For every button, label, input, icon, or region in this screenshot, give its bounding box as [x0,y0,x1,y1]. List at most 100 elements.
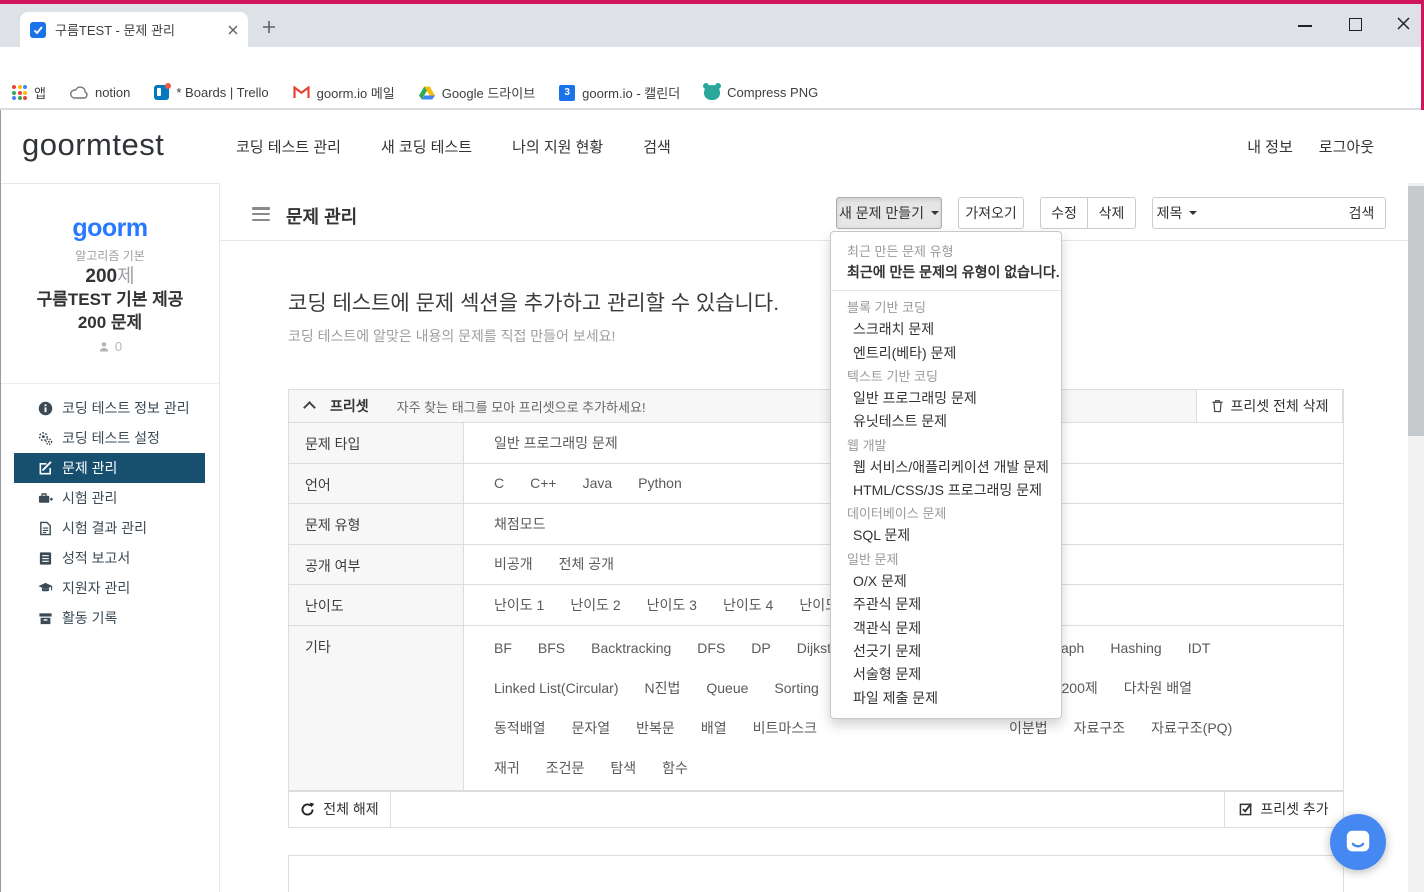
dropdown-entry[interactable]: 서술형 문제 [831,663,1061,686]
preset-tag[interactable]: 배열 [701,718,727,738]
sidebar-item-problem-management[interactable]: 문제 관리 [14,453,205,483]
preset-tag[interactable]: C [494,475,504,491]
account-link[interactable]: 로그아웃 [1319,136,1374,157]
nav-item[interactable]: 나의 지원 현황 [512,136,603,157]
import-button[interactable]: 가져오기 [958,197,1024,229]
dropdown-entry[interactable]: 엔트리(베타) 문제 [831,341,1061,364]
preset-tag[interactable]: 함수 [662,758,688,778]
dropdown-entry[interactable]: O/X 문제 [831,570,1061,593]
search-input[interactable] [1201,197,1339,229]
nav-item[interactable]: 검색 [643,136,671,157]
preset-tag[interactable]: 난이도 3 [647,595,697,615]
preset-tag[interactable]: 난이도 4 [723,595,773,615]
preset-tag[interactable]: BFS [538,640,565,656]
preset-tag[interactable]: Python [638,475,682,491]
delete-button[interactable]: 삭제 [1087,197,1136,229]
preset-tag[interactable]: Hashing [1110,640,1161,656]
search-button[interactable]: 검색 [1338,197,1386,229]
preset-tag[interactable]: 난이도 2 [570,595,620,615]
bookmark-apps[interactable]: 앱 [12,83,46,102]
checkbox-check-icon [1239,802,1253,816]
nav-item[interactable]: 코딩 테스트 관리 [236,136,341,157]
sidebar-item-grade-report[interactable]: 성적 보고서 [14,543,205,573]
browser-tab[interactable]: 구름TEST - 문제 관리 [20,12,248,47]
sidebar-item-activity-log[interactable]: 활동 기록 [14,603,205,633]
preset-tag[interactable]: 동적배열 [494,718,546,738]
preset-tag[interactable]: 난이도 1 [494,595,544,615]
preset-tag[interactable]: 반복문 [636,718,675,738]
bookmark-gmail[interactable]: goorm.io 메일 [293,83,395,102]
sidebar-item-exam-management[interactable]: 시험 관리 [14,483,205,513]
clear-all-button[interactable]: 전체 해제 [289,792,391,827]
bookmark-compress-png[interactable]: Compress PNG [704,85,818,100]
preset-tag[interactable]: Sorting [774,680,818,696]
bookmark-notion[interactable]: notion [70,85,130,100]
new-tab-icon[interactable] [262,20,276,34]
dropdown-entry[interactable]: 객관식 문제 [831,616,1061,639]
goormtest-logo[interactable]: goormtest [22,127,164,163]
dropdown-entry[interactable]: HTML/CSS/JS 프로그래밍 문제 [831,479,1061,502]
preset-tag[interactable]: IDT [1188,640,1211,656]
preset-tag[interactable]: 자료구조 [1074,718,1126,738]
preset-tag[interactable]: 일반 프로그래밍 문제 [494,433,618,453]
browser-tab-bar: 구름TEST - 문제 관리 [0,4,1424,47]
preset-tag[interactable]: 채점모드 [494,514,546,534]
bookmark-drive[interactable]: Google 드라이브 [419,83,535,102]
chevron-up-icon[interactable] [303,401,316,414]
sidebar-divider [0,383,219,384]
tab-close-icon[interactable] [228,25,238,35]
preset-tag[interactable]: 비공개 [494,554,533,574]
sidebar-item-exam-results[interactable]: 시험 결과 관리 [14,513,205,543]
preset-tag[interactable]: 조건문 [546,758,585,778]
account-link[interactable]: 내 정보 [1247,136,1293,157]
window-close-icon[interactable] [1396,16,1411,31]
window-maximize-icon[interactable] [1349,18,1362,31]
dropdown-entry[interactable]: 스크래치 문제 [831,318,1061,341]
preset-tag[interactable]: Backtracking [591,640,671,656]
preset-tag[interactable]: Linked List(Circular) [494,680,618,696]
preset-row-problem-type: 문제 타입 일반 프로그래밍 문제 [288,423,1344,464]
preset-tag[interactable]: Queue [706,680,748,696]
participant-count: 0 [0,339,220,354]
preset-tag[interactable]: 전체 공개 [559,554,614,574]
preset-tag[interactable]: DFS [697,640,725,656]
preset-delete-all-button[interactable]: 프리셋 전체 삭제 [1196,389,1343,423]
window-minimize-icon[interactable] [1298,25,1312,27]
preset-tag[interactable]: 이분법 [1009,718,1048,738]
dropdown-entry[interactable]: 주관식 문제 [831,593,1061,616]
chat-widget-button[interactable] [1330,814,1386,870]
sidebar-item-test-info[interactable]: 코딩 테스트 정보 관리 [14,393,205,423]
preset-tag[interactable]: Java [583,475,613,491]
dropdown-entry[interactable]: 선긋기 문제 [831,640,1061,663]
dropdown-entry[interactable]: 웹 서비스/애플리케이션 개발 문제 [831,456,1061,479]
dropdown-entry[interactable]: 파일 제출 문제 [831,687,1061,710]
preset-tag[interactable]: N진법 [644,678,680,698]
preset-tag[interactable]: C++ [530,475,556,491]
new-problem-dropdown-menu: 최근 만든 문제 유형최근에 만든 문제의 유형이 없습니다.블록 기반 코딩스… [830,231,1062,719]
search-field-selector[interactable]: 제목 [1152,197,1202,229]
scrollbar-thumb[interactable] [1408,186,1424,436]
preset-tag[interactable]: 자료구조(PQ) [1151,718,1232,738]
new-problem-button[interactable]: 새 문제 만들기 [836,197,942,229]
add-preset-button[interactable]: 프리셋 추가 [1224,792,1343,827]
next-section-box [288,855,1344,892]
preset-tag[interactable]: 다차원 배열 [1124,678,1192,698]
preset-tag[interactable]: BF [494,640,512,656]
dropdown-entry [831,290,1061,291]
preset-tag[interactable]: 재귀 [494,758,520,778]
preset-tag[interactable]: 문자열 [572,718,611,738]
preset-tag[interactable]: 비트마스크 [753,718,817,738]
sidebar-item-applicant-management[interactable]: 지원자 관리 [14,573,205,603]
edit-button[interactable]: 수정 [1040,197,1088,229]
preset-tag[interactable]: DP [751,640,770,656]
bookmark-trello[interactable]: * Boards | Trello [154,85,268,100]
panda-icon [704,85,720,100]
nav-item[interactable]: 새 코딩 테스트 [381,136,472,157]
dropdown-entry[interactable]: SQL 문제 [831,524,1061,547]
bookmark-calendar[interactable]: 3 goorm.io - 캘린더 [559,83,680,102]
hamburger-menu-icon[interactable] [252,207,270,221]
preset-tag[interactable]: 탐색 [610,758,636,778]
dropdown-entry[interactable]: 일반 프로그래밍 문제 [831,387,1061,410]
sidebar-item-test-settings[interactable]: 코딩 테스트 설정 [14,423,205,453]
dropdown-entry[interactable]: 유닛테스트 문제 [831,410,1061,433]
